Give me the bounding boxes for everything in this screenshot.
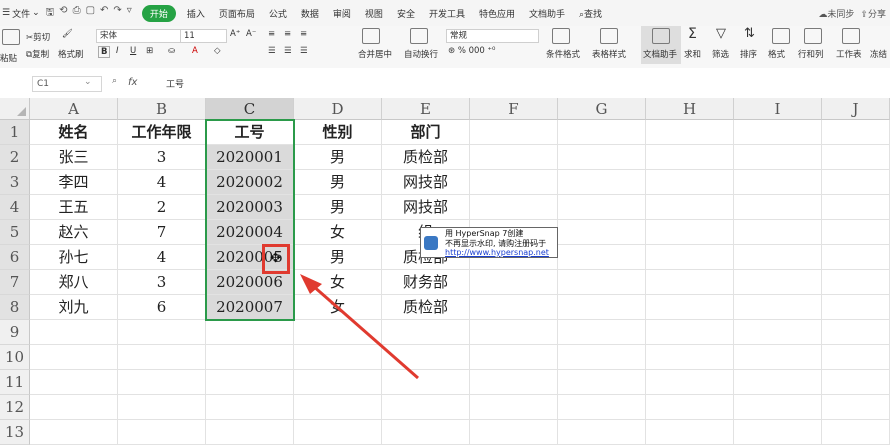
annotation-arrow [300,274,419,380]
arrow-shaft [311,283,419,380]
crosshair-cursor-icon: ✥ [270,251,281,266]
